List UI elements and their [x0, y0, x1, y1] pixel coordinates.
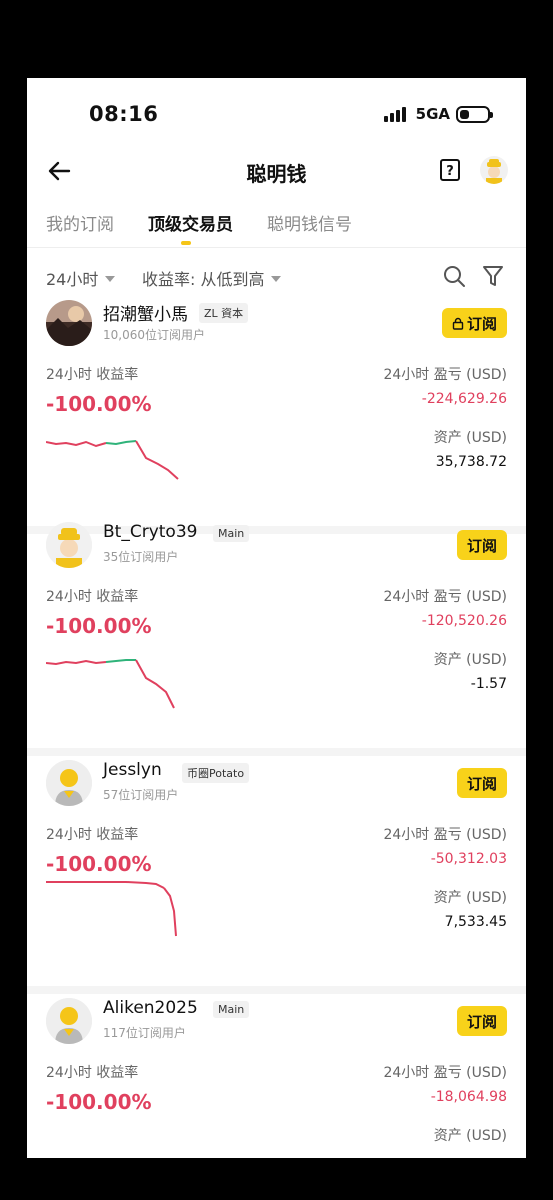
- chevron-down-icon: [271, 276, 282, 282]
- subscribe-button[interactable]: 订阅: [456, 768, 507, 798]
- sort-filter-label: 收益率: 从低到高: [142, 270, 265, 289]
- trader-tag: Main: [213, 525, 250, 542]
- battery-icon: [456, 105, 493, 123]
- nav-bar: 聪明钱 ?: [27, 148, 526, 196]
- filter-icon[interactable]: [482, 264, 504, 288]
- roi-label: 24小时 收益率: [46, 589, 139, 605]
- subscribe-button-label: 订阅: [466, 1012, 497, 1031]
- tab-smart-money-signals[interactable]: 聪明钱信号: [267, 210, 352, 235]
- pnl-label: 24小时 盈亏 (USD): [383, 1065, 507, 1081]
- filter-bar: 24小时 收益率: 从低到高: [27, 258, 526, 298]
- sparkline-flat-segment: [46, 659, 107, 666]
- trader-avatar[interactable]: [46, 522, 92, 568]
- pnl-value: -120,520.26: [421, 613, 507, 629]
- subscriber-count: 117位订阅用户: [103, 1026, 186, 1040]
- chevron-down-icon: [105, 276, 116, 282]
- pnl-value: -18,064.98: [430, 1089, 507, 1105]
- pnl-label: 24小时 盈亏 (USD): [383, 589, 507, 605]
- trader-card[interactable]: Bt_Cryto39 Main 35位订阅用户 订阅 24小时 收益率 24小时…: [27, 518, 526, 756]
- search-icon[interactable]: [442, 264, 466, 288]
- trader-avatar[interactable]: [46, 300, 92, 346]
- sparkline-gain-segment: [105, 659, 136, 663]
- subscriber-count: 10,060位订阅用户: [103, 328, 205, 342]
- sparkline-drop-segment: [135, 659, 175, 709]
- roi-value: -100.00%: [46, 1090, 152, 1114]
- status-icons: 5GA: [383, 105, 493, 123]
- trader-card[interactable]: 招潮蟹小馬 ZL 資本 10,060位订阅用户 订阅 24小时 收益率 24小时…: [27, 296, 526, 534]
- trader-card[interactable]: Jesslyn 币圈Potato 57位订阅用户 订阅 24小时 收益率 24小…: [27, 756, 526, 994]
- network-type: 5GA: [415, 105, 450, 123]
- sparkline-drop-segment: [163, 887, 177, 937]
- roi-value: -100.00%: [46, 392, 152, 416]
- pnl-sparkline: [46, 881, 177, 937]
- help-icon[interactable]: ?: [438, 158, 462, 182]
- trader-name[interactable]: 招潮蟹小馬: [103, 300, 188, 325]
- svg-text:?: ?: [446, 164, 454, 179]
- roi-label: 24小时 收益率: [46, 827, 139, 843]
- sparkline-flat-segment: [46, 881, 165, 889]
- sort-filter[interactable]: 收益率: 从低到高: [142, 266, 282, 290]
- subscribe-button[interactable]: 订阅: [441, 308, 507, 338]
- active-tab-indicator: [181, 241, 191, 245]
- pnl-value: -224,629.26: [421, 391, 507, 407]
- assets-label: 资产 (USD): [433, 430, 507, 446]
- subscriber-count: 35位订阅用户: [103, 550, 179, 564]
- sparkline-flat-segment: [46, 440, 107, 448]
- assets-label: 资产 (USD): [433, 890, 507, 906]
- status-bar: 08:16 5GA: [27, 78, 526, 148]
- tab-my-subscriptions[interactable]: 我的订阅: [46, 210, 114, 235]
- subscriber-count: 57位订阅用户: [103, 788, 179, 802]
- status-time: 08:16: [89, 102, 159, 126]
- roi-value: -100.00%: [46, 852, 152, 876]
- signal-icon: [383, 106, 410, 122]
- user-avatar[interactable]: [480, 156, 508, 184]
- subscribe-button-label: 订阅: [466, 314, 497, 333]
- sparkline-gain-segment: [105, 440, 137, 446]
- sparkline-drop-segment: [135, 440, 179, 480]
- trader-name[interactable]: Bt_Cryto39: [103, 522, 197, 542]
- trader-avatar[interactable]: [46, 760, 92, 806]
- subscribe-button-label: 订阅: [466, 536, 497, 555]
- assets-label: 资产 (USD): [433, 1128, 507, 1144]
- tab-top-traders[interactable]: 顶级交易员: [148, 210, 233, 235]
- period-filter-label: 24小时: [46, 270, 99, 289]
- pnl-label: 24小时 盈亏 (USD): [383, 827, 507, 843]
- trader-name[interactable]: Jesslyn: [103, 760, 162, 780]
- subscribe-button-label: 订阅: [466, 774, 497, 793]
- pnl-sparkline: [46, 659, 175, 709]
- pnl-value: -50,312.03: [430, 851, 507, 867]
- subscribe-button[interactable]: 订阅: [456, 530, 507, 560]
- roi-label: 24小时 收益率: [46, 1065, 139, 1081]
- assets-value: -1.57: [470, 676, 507, 692]
- trader-tag: 币圈Potato: [182, 763, 250, 783]
- period-filter[interactable]: 24小时: [46, 266, 116, 290]
- assets-value: 7,533.45: [444, 914, 507, 930]
- roi-value: -100.00%: [46, 614, 152, 638]
- pnl-label: 24小时 盈亏 (USD): [383, 367, 507, 383]
- pnl-sparkline: [46, 440, 179, 480]
- assets-label: 资产 (USD): [433, 652, 507, 668]
- trader-tag: ZL 資本: [199, 303, 249, 323]
- assets-value: 35,738.72: [435, 454, 507, 470]
- trader-avatar[interactable]: [46, 998, 92, 1044]
- tab-bar: 我的订阅 顶级交易员 聪明钱信号: [27, 206, 526, 248]
- trader-card[interactable]: Aliken2025 Main 117位订阅用户 订阅 24小时 收益率 24小…: [27, 994, 526, 1158]
- trader-tag: Main: [213, 1001, 250, 1018]
- subscribe-button[interactable]: 订阅: [456, 1006, 507, 1036]
- trader-name[interactable]: Aliken2025: [103, 998, 198, 1018]
- lock-icon: [452, 317, 464, 330]
- roi-label: 24小时 收益率: [46, 367, 139, 383]
- app-screen: 08:16 5GA 聪明钱 ? 我的订阅 顶级交易员 聪明钱信号 24小时 收益…: [27, 78, 526, 1158]
